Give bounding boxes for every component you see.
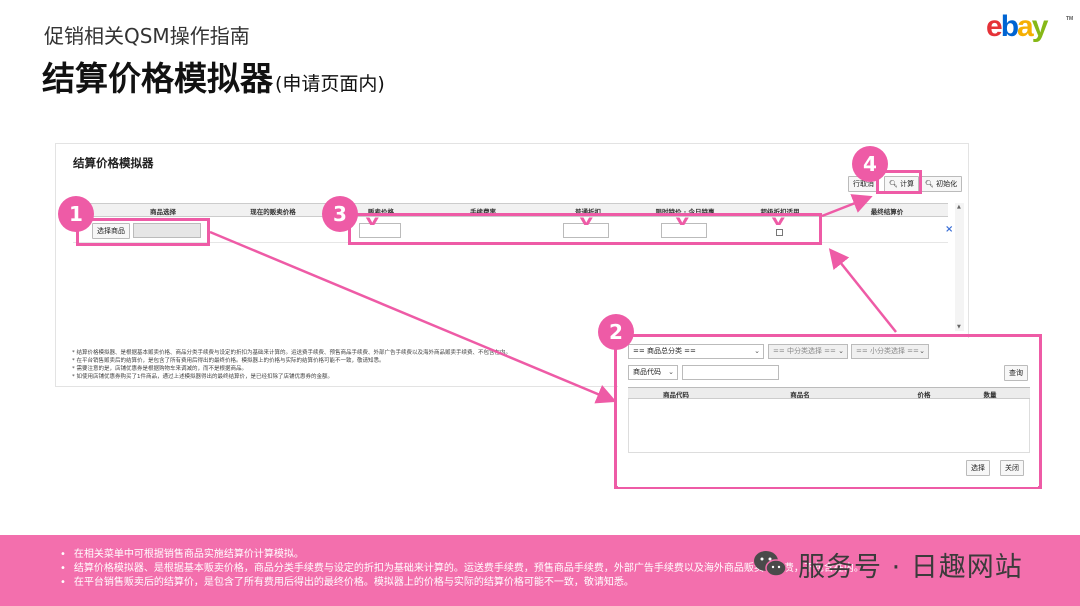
chevron-down-icon: ⌄ bbox=[754, 347, 760, 355]
bottom-notes-list: 在相关菜单中可根据销售商品实施结算价计算模拟。 结算价格模拟器、是根据基本贩卖价… bbox=[60, 548, 864, 590]
highlight-product-select bbox=[76, 218, 210, 246]
select-button[interactable]: 选择 bbox=[966, 460, 990, 476]
close-button[interactable]: 关闭 bbox=[1000, 460, 1024, 476]
category-large-value: == 商品总分类 == bbox=[633, 347, 696, 355]
watermark-text: 服务号 · 日趣网站 bbox=[798, 551, 1023, 583]
category-small-value: == 小分类选择 == bbox=[856, 347, 919, 355]
category-mid-select[interactable]: == 中分类选择 == ⌄ bbox=[768, 344, 848, 359]
bottom-note: 在相关菜单中可根据销售商品实施结算价计算模拟。 bbox=[60, 548, 864, 562]
search-button[interactable]: 查询 bbox=[1004, 365, 1028, 381]
step-badge-3: 3 bbox=[322, 196, 358, 232]
chevron-down-icon: v bbox=[365, 214, 380, 229]
bottom-note: 结算价格模拟器、是根据基本贩卖价格，商品分类手续费与设定的折扣为基础来计算的。运… bbox=[60, 562, 864, 576]
category-large-select[interactable]: == 商品总分类 == ⌄ bbox=[628, 344, 764, 359]
chevron-down-icon: v bbox=[675, 214, 690, 229]
popup-table-body bbox=[628, 399, 1030, 453]
col-quantity: 数量 bbox=[983, 391, 997, 399]
step-badge-4: 4 bbox=[852, 146, 888, 182]
chevron-down-icon: ⌄ bbox=[838, 347, 844, 355]
step-badge-1: 1 bbox=[58, 196, 94, 232]
product-search-popup: == 商品总分类 == ⌄ == 中分类选择 == ⌄ == 小分类选择 == ⌄ 商… bbox=[618, 338, 1038, 487]
arrow-popup-to-inputs bbox=[828, 248, 897, 333]
category-mid-value: == 中分类选择 == bbox=[773, 347, 836, 355]
product-code-input[interactable] bbox=[682, 365, 779, 380]
popup-table-header: 商品代码 商品名 价格 数量 bbox=[628, 387, 1030, 399]
col-price: 价格 bbox=[917, 391, 931, 399]
col-product-name: 商品名 bbox=[790, 391, 810, 399]
wechat-watermark: 服务号 · 日趣网站 bbox=[752, 542, 1023, 586]
chevron-down-icon: v bbox=[579, 214, 594, 229]
arrow-inputs-to-calculate bbox=[821, 194, 873, 218]
col-product-code: 商品代码 bbox=[663, 391, 689, 399]
bottom-note: 在平台销售贩卖后的结算价，是包含了所有费用后得出的最终价格。模拟器上的价格与实际… bbox=[60, 576, 864, 590]
chevron-down-icon: ⌄ bbox=[668, 368, 674, 376]
step-badge-2: 2 bbox=[598, 314, 634, 350]
annotation-arrows bbox=[209, 194, 897, 404]
chevron-down-icon: ⌄ bbox=[919, 347, 925, 355]
arrow-select-to-popup bbox=[209, 230, 617, 404]
chevron-down-icon: v bbox=[771, 214, 786, 229]
wechat-icon bbox=[752, 549, 788, 579]
category-small-select[interactable]: == 小分类选择 == ⌄ bbox=[851, 344, 929, 359]
search-type-value: 商品代码 bbox=[633, 368, 661, 376]
search-type-select[interactable]: 商品代码 ⌄ bbox=[628, 365, 678, 380]
